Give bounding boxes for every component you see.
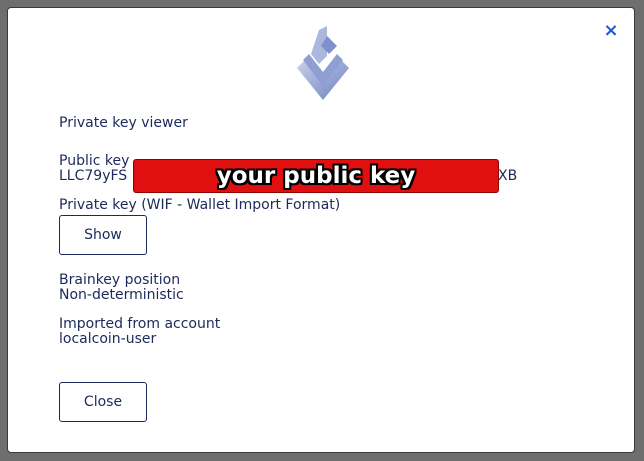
brainkey-value: Non-deterministic — [59, 287, 184, 303]
close-button[interactable]: Close — [59, 382, 147, 422]
brainkey-field: Brainkey position Non-deterministic — [59, 273, 184, 303]
imported-value: localcoin-user — [59, 331, 157, 347]
imported-field: Imported from account localcoin-user — [59, 317, 220, 347]
brainkey-label: Brainkey position — [59, 272, 181, 288]
private-key-label: Private key (WIF - Wallet Import Format) — [59, 197, 341, 213]
localcoin-logo — [297, 26, 349, 100]
public-key-prefix: LLC79yFS — [59, 168, 128, 184]
private-key-modal: × Private key viewer Public key LLC79yFS… — [7, 7, 635, 453]
show-button[interactable]: Show — [59, 215, 147, 255]
imported-label: Imported from account — [59, 316, 221, 332]
modal-title: Private key viewer — [59, 115, 188, 131]
close-icon[interactable]: × — [602, 22, 620, 40]
redaction-overlay: your public key — [133, 159, 499, 193]
